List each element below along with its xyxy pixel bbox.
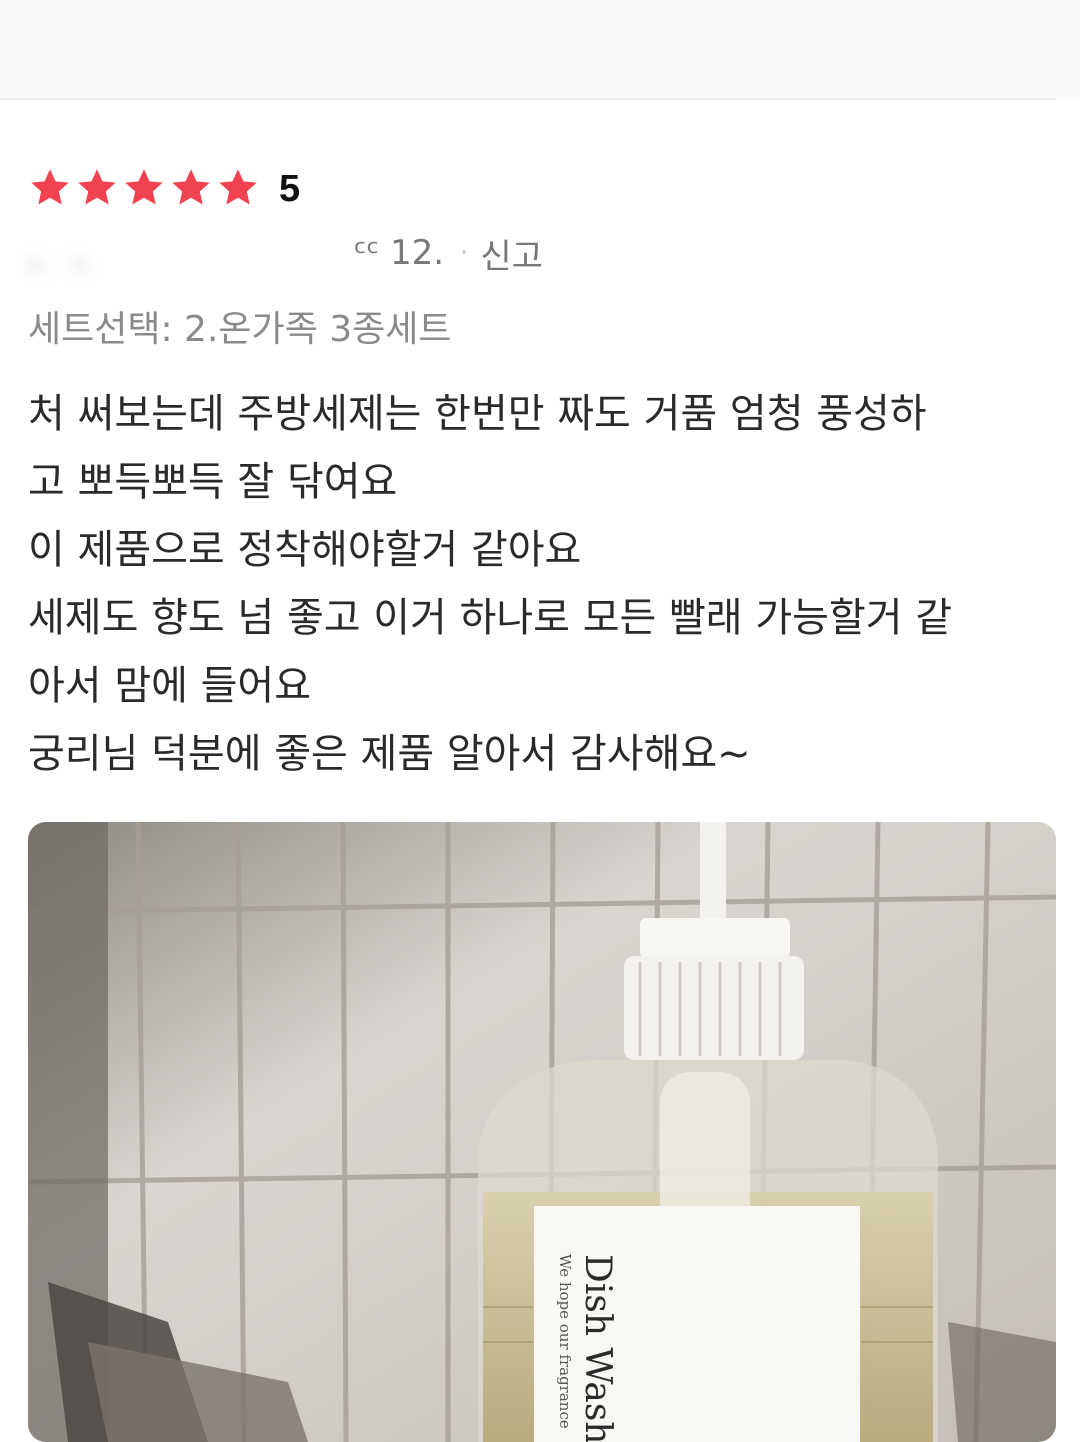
purchase-option: 세트선택: 2.온가족 3종세트 xyxy=(28,309,452,350)
review-line: 세제도 향도 넘 좋고 이거 하나로 모든 빨래 가능할거 같 xyxy=(28,595,953,641)
star-icon xyxy=(216,166,263,212)
bottle-label-subtitle: We hope our fragrance xyxy=(556,1254,574,1429)
review-date: ᶜᶜ 12. xyxy=(354,233,445,273)
star-rating xyxy=(28,166,263,212)
review-line: 이 제품으로 정착해야할거 같아요 xyxy=(28,527,582,573)
star-icon xyxy=(75,166,122,212)
star-icon xyxy=(28,166,75,212)
review-line: 처 써보는데 주방세제는 한번만 짜도 거품 엄청 풍성하 xyxy=(28,391,927,437)
review-body: 처 써보는데 주방세제는 한번만 짜도 거품 엄청 풍성하 고 뽀득뽀득 잘 닦… xyxy=(28,380,1058,788)
rating-row: 5 xyxy=(28,166,300,212)
top-bar xyxy=(0,0,1080,99)
meta-separator: · xyxy=(460,238,469,268)
divider xyxy=(0,98,1056,100)
reviewer-name: 、 、 xyxy=(28,236,107,277)
star-icon xyxy=(169,166,216,212)
review-line: 아서 맘에 들어요 xyxy=(28,663,312,709)
star-icon xyxy=(122,166,169,212)
review-photo-image: Dish Washi We hope our fragrance xyxy=(28,822,1056,1442)
review-line: 고 뽀득뽀득 잘 닦여요 xyxy=(28,459,398,505)
bottle-label-title: Dish Washi xyxy=(577,1254,618,1442)
review-photo[interactable]: Dish Washi We hope our fragrance xyxy=(28,822,1056,1442)
review-line: 궁리님 덕분에 좋은 제품 알아서 감사해요~ xyxy=(28,731,751,777)
report-link[interactable]: 신고 xyxy=(480,229,543,278)
rating-score: 5 xyxy=(279,167,301,210)
review-meta: 、 、 ᶜᶜ 12. · 신고 xyxy=(28,228,543,278)
